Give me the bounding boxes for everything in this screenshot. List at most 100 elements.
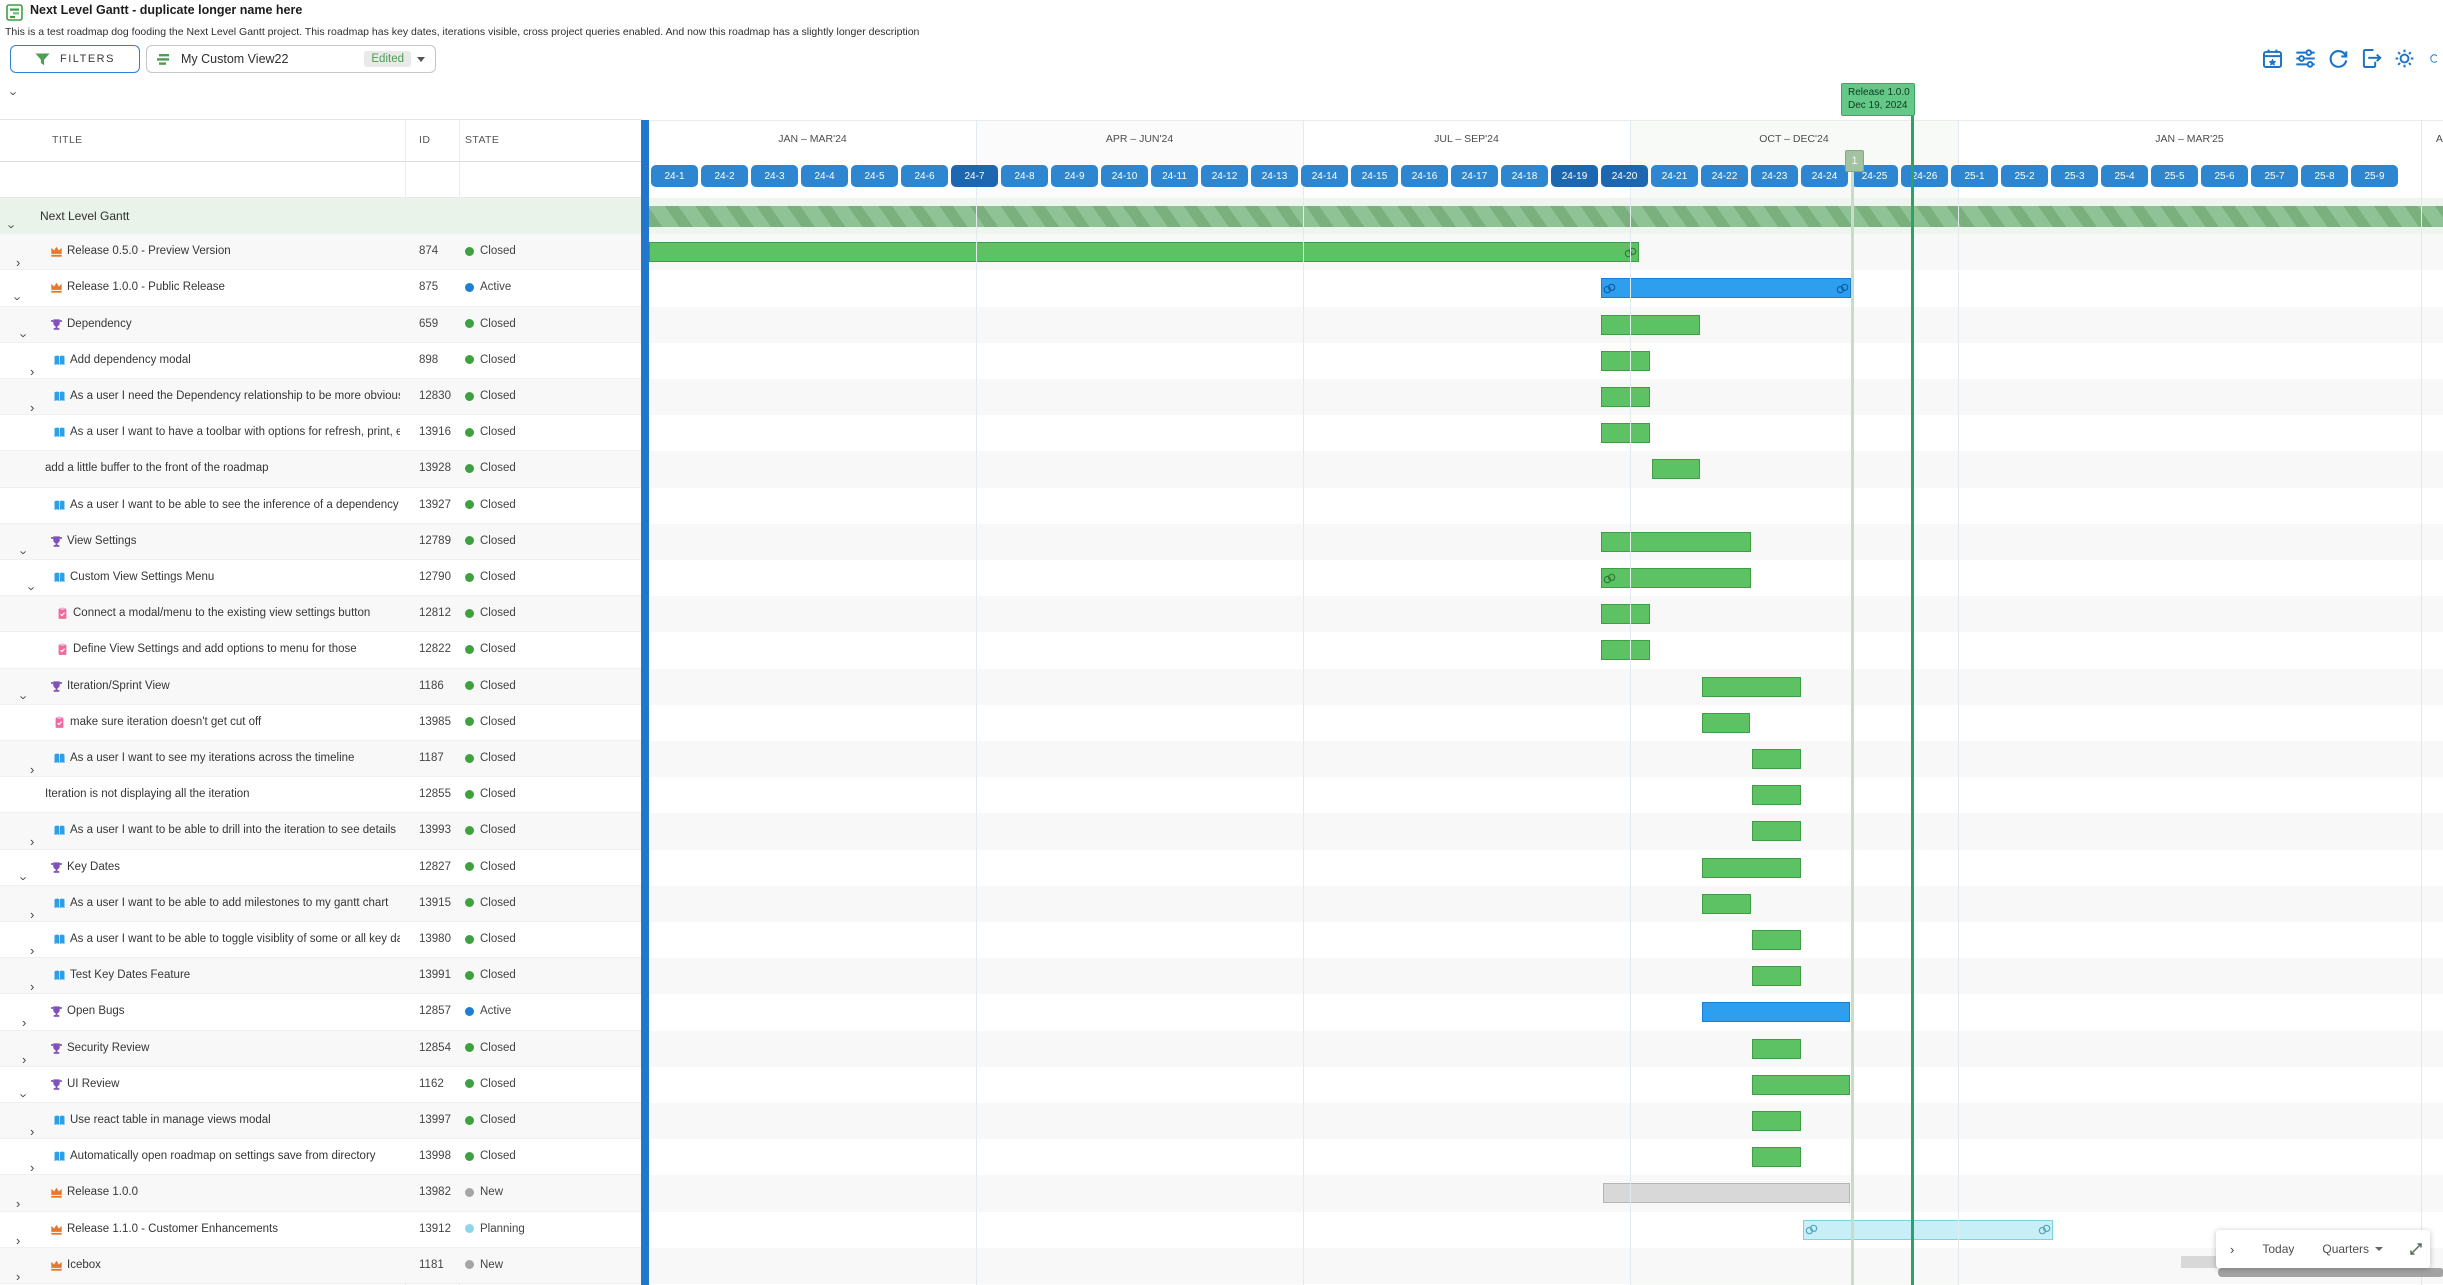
zoom-level-select[interactable]: Quarters (2308, 1242, 2397, 1256)
hscrollbar-track[interactable] (2181, 1256, 2217, 1268)
table-row[interactable]: Define View Settings and add options to … (0, 632, 642, 668)
iteration-pill[interactable]: 24-23 (1751, 165, 1798, 187)
table-row[interactable]: ›As a user I want to be able to drill in… (0, 813, 642, 849)
key-date-badge[interactable]: 1 (1845, 150, 1864, 172)
table-row[interactable]: add a little buffer to the front of the … (0, 451, 642, 487)
table-row[interactable]: ›Release 1.0.0 - Public Release875Active (0, 270, 642, 306)
iteration-pill[interactable]: 24-21 (1651, 165, 1698, 187)
table-row-project[interactable]: ›Next Level Gantt (0, 198, 642, 234)
gantt-bar[interactable] (1752, 1111, 1801, 1131)
gantt-bar[interactable] (1702, 1002, 1850, 1022)
table-row[interactable]: ›Release 1.1.0 - Customer Enhancements13… (0, 1212, 642, 1248)
table-row[interactable]: As a user I want to be able to see the i… (0, 488, 642, 524)
gantt-bar[interactable] (1601, 568, 1751, 588)
table-row[interactable]: ›Dependency659Closed (0, 307, 642, 343)
gantt-bar[interactable] (1752, 1147, 1801, 1167)
table-row[interactable]: ›Icebox1181New (0, 1248, 642, 1284)
iteration-pill[interactable]: 24-24 (1801, 165, 1848, 187)
table-row[interactable]: ›Custom View Settings Menu12790Closed (0, 560, 642, 596)
iteration-pill[interactable]: 24-20 (1601, 165, 1648, 187)
gantt-bar[interactable] (1601, 532, 1751, 552)
iteration-pill[interactable]: 24-13 (1251, 165, 1298, 187)
iteration-pill[interactable]: 24-16 (1401, 165, 1448, 187)
iteration-pill[interactable]: 24-6 (901, 165, 948, 187)
column-header-id[interactable]: ID (419, 134, 430, 146)
iteration-pill[interactable]: 24-9 (1051, 165, 1098, 187)
gantt-bar[interactable] (1601, 387, 1650, 407)
table-row[interactable]: ›As a user I want to be able to add mile… (0, 886, 642, 922)
iteration-pill[interactable]: 25-6 (2201, 165, 2248, 187)
refresh-icon[interactable] (2328, 48, 2349, 69)
iteration-pill[interactable]: 24-3 (751, 165, 798, 187)
iteration-pill[interactable]: 25-7 (2251, 165, 2298, 187)
table-row[interactable]: ›Release 0.5.0 - Preview Version874Close… (0, 234, 642, 270)
gantt-bar[interactable] (1752, 821, 1801, 841)
chevron-down-icon[interactable] (417, 57, 425, 62)
gantt-bar[interactable] (1601, 351, 1650, 371)
gantt-bar[interactable] (1702, 858, 1801, 878)
iteration-pill[interactable]: 24-4 (801, 165, 848, 187)
gantt-bar[interactable] (1752, 785, 1801, 805)
expand-button[interactable] (2397, 1242, 2435, 1256)
table-row[interactable]: ›Iteration/Sprint View1186Closed (0, 669, 642, 705)
iteration-pill[interactable]: 25-4 (2101, 165, 2148, 187)
gantt-bar[interactable] (649, 242, 1639, 262)
gantt-bar[interactable] (1652, 459, 1700, 479)
iteration-pill[interactable]: 24-10 (1101, 165, 1148, 187)
export-icon[interactable] (2361, 48, 2382, 69)
table-row[interactable]: Iteration is not displaying all the iter… (0, 777, 642, 813)
table-row[interactable]: ›View Settings12789Closed (0, 524, 642, 560)
today-button[interactable]: Today (2248, 1242, 2308, 1256)
iteration-pill[interactable]: 24-18 (1501, 165, 1548, 187)
iteration-pill[interactable]: 24-1 (651, 165, 698, 187)
table-row[interactable]: As a user I want to have a toolbar with … (0, 415, 642, 451)
iteration-pill[interactable]: 24-2 (701, 165, 748, 187)
iteration-pill[interactable]: 24-5 (851, 165, 898, 187)
iteration-pill[interactable]: 25-5 (2151, 165, 2198, 187)
iteration-pill[interactable]: 24-17 (1451, 165, 1498, 187)
table-row[interactable]: ›Release 1.0.013982New (0, 1175, 642, 1211)
iteration-pill[interactable]: 24-14 (1301, 165, 1348, 187)
calendar-icon[interactable] (2262, 48, 2283, 69)
gantt-bar[interactable] (1702, 713, 1750, 733)
hscrollbar-thumb[interactable] (2218, 1268, 2443, 1277)
table-row[interactable]: ›Security Review12854Closed (0, 1031, 642, 1067)
iteration-pill[interactable]: 25-3 (2051, 165, 2098, 187)
iteration-pill[interactable]: 24-19 (1551, 165, 1598, 187)
iteration-pill[interactable]: 24-26 (1901, 165, 1948, 187)
iteration-pill[interactable]: 24-15 (1351, 165, 1398, 187)
gantt-bar[interactable] (1601, 423, 1650, 443)
table-row[interactable]: make sure iteration doesn't get cut off1… (0, 705, 642, 741)
iteration-pill[interactable]: 25-2 (2001, 165, 2048, 187)
gantt-bar[interactable] (1752, 749, 1801, 769)
gear-icon[interactable] (2394, 48, 2415, 69)
gantt-bar[interactable] (1752, 930, 1801, 950)
release-flag[interactable]: Release 1.0.0Dec 19, 2024 (1841, 83, 1915, 116)
collapse-all-chevron-icon[interactable]: › (8, 91, 21, 95)
table-row[interactable]: ›UI Review1162Closed (0, 1067, 642, 1103)
table-row[interactable]: Connect a modal/menu to the existing vie… (0, 596, 642, 632)
gantt-bar[interactable] (1752, 966, 1801, 986)
table-row[interactable]: ›Automatically open roadmap on settings … (0, 1139, 642, 1175)
gantt-bar[interactable] (1752, 1039, 1801, 1059)
iteration-pill[interactable]: 24-7 (951, 165, 998, 187)
gantt-bar[interactable] (1601, 315, 1700, 335)
gantt-bar[interactable] (1601, 640, 1650, 660)
filters-button[interactable]: FILTERS (10, 45, 140, 73)
partial-icon[interactable] (2427, 48, 2437, 69)
gantt-bar[interactable] (1803, 1220, 2053, 1240)
gantt-bar[interactable] (1702, 677, 1801, 697)
table-row[interactable]: ›As a user I want to see my iterations a… (0, 741, 642, 777)
gantt-bar[interactable] (1601, 604, 1650, 624)
table-row[interactable]: ›Test Key Dates Feature13991Closed (0, 958, 642, 994)
table-row[interactable]: ›As a user I need the Dependency relatio… (0, 379, 642, 415)
pane-splitter[interactable] (641, 120, 649, 1285)
column-header-state[interactable]: STATE (465, 134, 499, 146)
iteration-pill[interactable]: 25-1 (1951, 165, 1998, 187)
column-header-title[interactable]: TITLE (52, 134, 83, 146)
table-row[interactable]: ›As a user I want to be able to toggle v… (0, 922, 642, 958)
gantt-bar[interactable] (1603, 1183, 1850, 1203)
gantt-bar[interactable] (1601, 278, 1851, 298)
gantt-bar[interactable] (1702, 894, 1751, 914)
gantt-bar[interactable] (1752, 1075, 1850, 1095)
